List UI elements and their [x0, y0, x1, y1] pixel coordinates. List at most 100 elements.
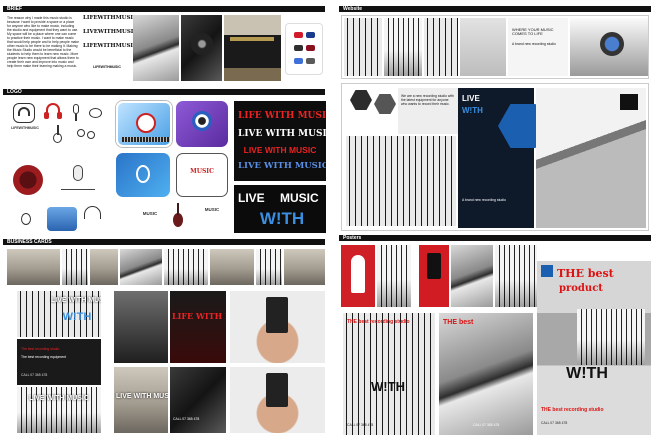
studio-photo-3: [90, 249, 118, 285]
blue-wave-logo: [47, 207, 77, 231]
brief-logo-1: LIFEWITHMUSIC: [83, 15, 138, 21]
brief-title: BRIEF: [7, 6, 22, 12]
logo-final: LIVE MUSIC W!TH: [234, 185, 326, 233]
swatch-grey: [306, 58, 315, 64]
studio-photo-8: [284, 249, 325, 285]
web-gallery-left: [346, 136, 456, 226]
web-hex-2: [374, 94, 396, 114]
web-gallery-right: [536, 88, 646, 228]
logo-tile-sketch: MUSIC: [176, 153, 228, 197]
poster-featured-photo: [577, 309, 645, 365]
brief-logo-caption: LIFEWITHMUSIC: [93, 65, 121, 69]
music-speech-label: MUSIC: [204, 207, 220, 212]
headphones-red-icon: [43, 101, 63, 123]
website-header: Website: [339, 6, 651, 12]
logo-tile-purple: [176, 101, 228, 147]
website-homepage-mockup: WHERE YOUR MUSIC COMES TO LIFE A brand n…: [341, 15, 649, 79]
web-thumb-3: [424, 18, 458, 76]
posters-title: Posters: [343, 235, 362, 241]
logo-tile-sketch-text: MUSIC: [190, 168, 214, 175]
color-palette: [285, 23, 323, 75]
card-photo-back: CALL 07 365 478: [170, 367, 226, 433]
web-thumb-1: [344, 18, 382, 76]
poster-featured: THE best product W!TH THE best recording…: [537, 261, 651, 435]
card-back-1-line1: The best recording studio: [21, 347, 60, 351]
left-board: BRIEF The reason why I made this music s…: [3, 3, 329, 436]
guitar-icon: [47, 125, 67, 145]
logo-title: LOGO: [7, 89, 22, 95]
posters-header: Posters: [339, 235, 651, 241]
studio-photo-1: [7, 249, 60, 285]
card-back-1-phone: CALL 07 365 478: [21, 373, 48, 377]
mic-logo-sketch: [53, 163, 103, 197]
brief-photo-amp: [224, 15, 281, 81]
music-text-sketch-label: MUSIC: [142, 211, 158, 216]
brief-photo-speaker: [181, 15, 222, 81]
web-feature-tagline: A brand new recording studio: [462, 198, 506, 202]
poster-thumb-keys: [377, 245, 411, 307]
logo-final-music: MUSIC: [280, 191, 319, 205]
brief-photo-piano: [133, 15, 179, 81]
music-speech-sketch: MUSIC: [193, 203, 231, 231]
web-feature-with: W!TH: [462, 106, 483, 115]
music-text-sketch: MUSIC: [135, 203, 165, 229]
brief-text: The reason why I made this music studio …: [7, 16, 79, 68]
studio-photo-7: [256, 249, 282, 285]
poster-large-2-call: CALL 07 365 478: [473, 423, 500, 427]
guitar-sketch-icon: [11, 203, 41, 229]
poster-featured-mark: W!TH: [566, 365, 608, 382]
website-page-mockup: We are a new recording studio with the l…: [341, 83, 649, 231]
card-photo-back-phone: CALL 07 365 478: [173, 417, 200, 421]
swatch-red: [294, 32, 303, 38]
wordmark-red-2: LIVE WITH MUSIC: [243, 145, 317, 155]
poster-large-2-title: THE best: [443, 319, 474, 326]
logo-final-live: LIVE: [238, 191, 265, 205]
poster-large-1-call: CALL 07 365 478: [347, 423, 374, 427]
web-hero-text: WHERE YOUR MUSIC COMES TO LIFE A brand n…: [508, 18, 568, 76]
poster-thumb-red: [341, 245, 375, 307]
card-front-1-text: LIVE WITH MUSIC: [51, 297, 101, 304]
swatch-dark: [294, 45, 303, 51]
brief-logo-3: LIFEWITHMUSIC: [83, 43, 138, 49]
poster-large-2: THE best CALL 07 365 478: [439, 313, 533, 435]
business-cards-title: BUSINESS CARDS: [7, 239, 52, 245]
wordmark-red: LIFE WITH MUSIC: [238, 111, 326, 121]
studio-photo-4: [120, 249, 162, 285]
card-front-1-with: W!TH: [62, 311, 92, 323]
swatch-blue: [294, 58, 303, 64]
card-photo-studio: LIVE WITH MUSIC: [114, 367, 168, 433]
web-thumb-2: [384, 18, 422, 76]
card-photo-chair: [114, 291, 168, 363]
card-front-2: LIVE WITH MUSIC: [17, 387, 101, 433]
web-intro-text: We are a new recording studio with the l…: [401, 94, 454, 106]
swatch-navy: [306, 32, 315, 38]
logo-header: LOGO: [3, 89, 325, 95]
web-hero-photo: [570, 18, 648, 76]
web-hero-tagline: A brand new recording studio: [512, 42, 556, 46]
business-cards-header: BUSINESS CARDS: [3, 239, 325, 245]
web-hex-1: [350, 90, 372, 110]
wordmark-white: LIVE WITH MUSIC: [238, 129, 326, 139]
studio-photo-5: [164, 249, 208, 285]
violin-icon: [169, 203, 187, 231]
wordmark-blue: LIVE WITH MUSIC: [238, 161, 326, 171]
swatch-maroon: [306, 45, 315, 51]
notes-icon: [87, 105, 105, 123]
card-in-hand-1: [230, 291, 325, 363]
brief-logo-2: LIVEWITHMUSIC: [83, 29, 138, 35]
card-photo-dark-text: LIFE WITH MUSIC: [172, 311, 226, 321]
card-back-1-line2: The best recording equipment: [21, 355, 67, 359]
card-front-2-text: LIVE WITH MUSIC: [29, 395, 89, 402]
web-intro: We are a new recording studio with the l…: [398, 88, 458, 134]
logo-final-with: W!TH: [259, 209, 305, 228]
studio-photo-2: [62, 249, 88, 285]
poster-thumb-piano: [451, 245, 493, 307]
right-board: Website WHERE YOUR MUSIC COMES TO LIFE A…: [339, 3, 653, 436]
poster-thumb-bw: [495, 245, 537, 307]
poster-large-1-title: THE best recording studio: [347, 319, 410, 325]
logo-wordmark-panel: LIFE WITH MUSIC LIVE WITH MUSIC LIVE WIT…: [234, 101, 326, 181]
web-thumb-4: [460, 18, 506, 76]
headphones-icon: [13, 103, 35, 123]
poster-large-1-mark: W!TH: [371, 379, 405, 394]
card-photo-dark: LIFE WITH MUSIC: [170, 291, 226, 363]
